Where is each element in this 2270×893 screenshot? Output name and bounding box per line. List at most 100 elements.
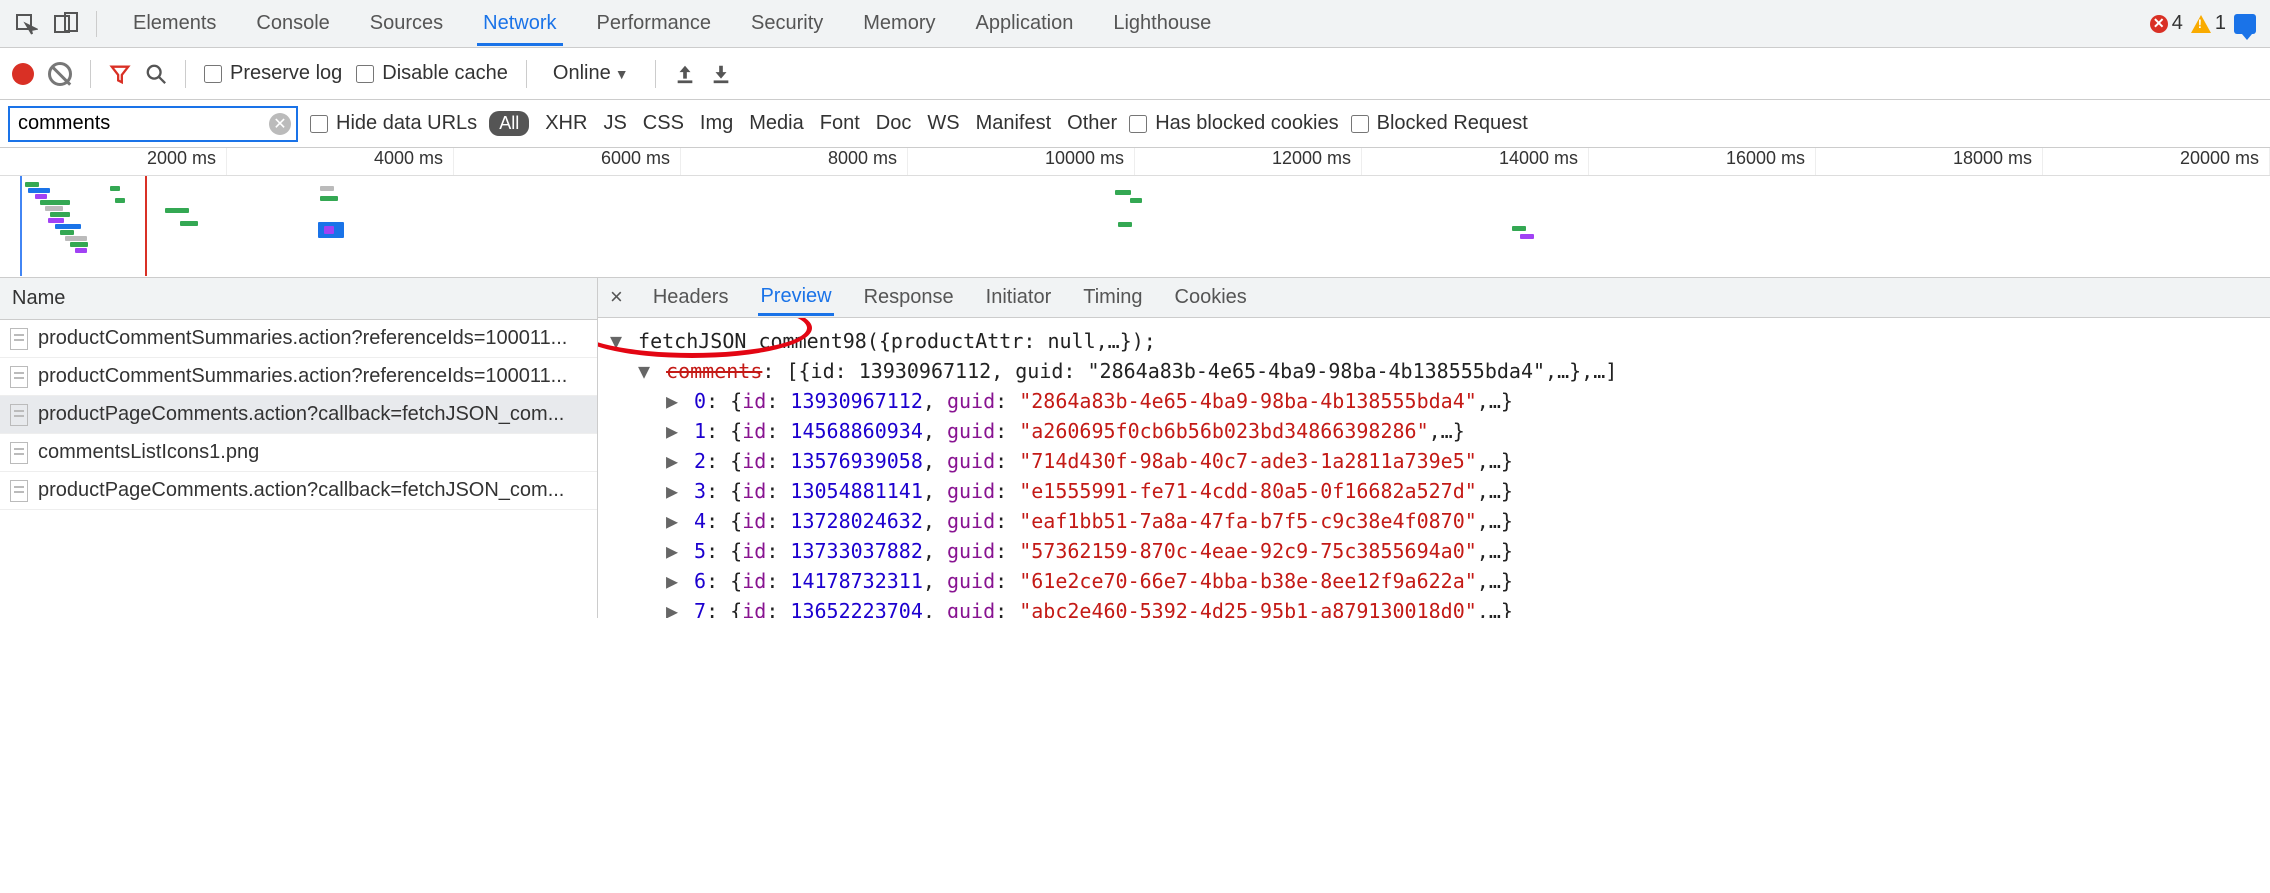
warning-count: 1 (2215, 12, 2226, 35)
type-filters: All XHR JS CSS Img Media Font Doc WS Man… (489, 111, 1117, 136)
disclosure-icon[interactable]: ▼ (610, 326, 626, 356)
filter-toggle-icon[interactable] (109, 63, 131, 85)
export-har-icon[interactable] (710, 63, 732, 85)
tab-sources[interactable]: Sources (364, 2, 449, 46)
disclosure-icon[interactable]: ▶ (666, 476, 682, 506)
preview-root-line[interactable]: ▼ fetchJSON_comment98({productAttr: null… (610, 326, 2258, 356)
type-filter-other[interactable]: Other (1067, 112, 1117, 135)
type-filter-doc[interactable]: Doc (876, 112, 912, 135)
disclosure-icon[interactable]: ▶ (666, 416, 682, 446)
request-row[interactable]: commentsListIcons1.png (0, 434, 597, 472)
detail-tab-response[interactable]: Response (862, 280, 956, 314)
type-filter-all[interactable]: All (489, 111, 529, 136)
detail-tab-cookies[interactable]: Cookies (1173, 280, 1249, 314)
type-filter-css[interactable]: CSS (643, 112, 684, 135)
doc-icon (10, 442, 28, 464)
timeline-waterfall[interactable] (0, 176, 2270, 276)
error-badge[interactable]: ✕ 4 (2150, 12, 2183, 35)
disable-cache-checkbox[interactable]: Disable cache (356, 62, 508, 85)
throttling-select[interactable]: Online ▼ (545, 62, 637, 85)
preview-item-line[interactable]: ▶ 7: {id: 13652223704, guid: "abc2e460-5… (610, 596, 2258, 618)
warning-icon (2191, 15, 2211, 33)
timeline-bar (1520, 234, 1534, 239)
disclosure-icon[interactable]: ▶ (666, 446, 682, 476)
tab-console[interactable]: Console (250, 2, 335, 46)
device-toggle-icon[interactable] (50, 8, 82, 40)
whats-new-icon[interactable] (2234, 14, 2256, 34)
hide-data-urls-checkbox[interactable]: Hide data URLs (310, 112, 477, 135)
disclosure-icon[interactable]: ▶ (666, 596, 682, 618)
preview-item-line[interactable]: ▶ 6: {id: 14178732311, guid: "61e2ce70-6… (610, 566, 2258, 596)
disclosure-icon[interactable]: ▼ (638, 356, 654, 386)
type-filter-media[interactable]: Media (749, 112, 803, 135)
preserve-log-input[interactable] (204, 65, 222, 83)
blocked-requests-checkbox[interactable]: Blocked Request (1351, 112, 1528, 135)
detail-tab-timing[interactable]: Timing (1081, 280, 1144, 314)
tab-security[interactable]: Security (745, 2, 829, 46)
request-row[interactable]: productPageComments.action?callback=fetc… (0, 396, 597, 434)
request-row[interactable]: productPageComments.action?callback=fetc… (0, 472, 597, 510)
tab-performance[interactable]: Performance (591, 2, 718, 46)
detail-tab-initiator[interactable]: Initiator (984, 280, 1054, 314)
disable-cache-input[interactable] (356, 65, 374, 83)
divider (96, 11, 97, 37)
import-har-icon[interactable] (674, 63, 696, 85)
inspect-icon[interactable] (10, 8, 42, 40)
tab-memory[interactable]: Memory (857, 2, 941, 46)
type-filter-font[interactable]: Font (820, 112, 860, 135)
detail-tab-headers[interactable]: Headers (651, 280, 731, 314)
tab-lighthouse[interactable]: Lighthouse (1107, 2, 1217, 46)
divider (185, 60, 186, 88)
preview-item-line[interactable]: ▶ 3: {id: 13054881141, guid: "e1555991-f… (610, 476, 2258, 506)
detail-tab-preview[interactable]: Preview (758, 279, 833, 316)
preview-comments-line[interactable]: ▼ comments: [{id: 13930967112, guid: "28… (610, 356, 2258, 386)
request-list: productCommentSummaries.action?reference… (0, 320, 597, 510)
type-filter-xhr[interactable]: XHR (545, 112, 587, 135)
timeline-bar (75, 248, 87, 253)
blocked-cookies-checkbox[interactable]: Has blocked cookies (1129, 112, 1338, 135)
timeline-bar (48, 218, 64, 223)
type-filter-img[interactable]: Img (700, 112, 733, 135)
preview-item-line[interactable]: ▶ 0: {id: 13930967112, guid: "2864a83b-4… (610, 386, 2258, 416)
hide-data-urls-input[interactable] (310, 115, 328, 133)
search-icon[interactable] (145, 63, 167, 85)
timeline-bar (1118, 222, 1132, 227)
type-filter-ws[interactable]: WS (927, 112, 959, 135)
type-filter-manifest[interactable]: Manifest (976, 112, 1052, 135)
disclosure-icon[interactable]: ▶ (666, 566, 682, 596)
preview-item-line[interactable]: ▶ 5: {id: 13733037882, guid: "57362159-8… (610, 536, 2258, 566)
request-row[interactable]: productCommentSummaries.action?reference… (0, 320, 597, 358)
timeline-overview[interactable]: 2000 ms 4000 ms 6000 ms 8000 ms 10000 ms… (0, 148, 2270, 278)
preview-root-args: ({productAttr: null,…}); (867, 329, 1156, 353)
clear-button[interactable] (48, 62, 72, 86)
preserve-log-checkbox[interactable]: Preserve log (204, 62, 342, 85)
warning-badge[interactable]: 1 (2191, 12, 2226, 35)
timeline-labels: 2000 ms 4000 ms 6000 ms 8000 ms 10000 ms… (0, 148, 2270, 176)
time-label: 12000 ms (1135, 148, 1362, 175)
column-header-name[interactable]: Name (0, 278, 597, 320)
close-detail-icon[interactable]: × (610, 284, 623, 310)
timeline-bar (28, 188, 50, 193)
tab-application[interactable]: Application (969, 2, 1079, 46)
clear-filter-icon[interactable]: ✕ (269, 113, 291, 135)
request-name: productCommentSummaries.action?reference… (38, 365, 567, 388)
timeline-bar (110, 186, 120, 191)
blocked-requests-label: Blocked Request (1377, 112, 1528, 135)
tab-elements[interactable]: Elements (127, 2, 222, 46)
tab-network[interactable]: Network (477, 2, 562, 46)
preview-item-line[interactable]: ▶ 4: {id: 13728024632, guid: "eaf1bb51-7… (610, 506, 2258, 536)
preview-item-line[interactable]: ▶ 2: {id: 13576939058, guid: "714d430f-9… (610, 446, 2258, 476)
record-button[interactable] (12, 63, 34, 85)
disclosure-icon[interactable]: ▶ (666, 536, 682, 566)
error-icon: ✕ (2150, 15, 2168, 33)
request-row[interactable]: productCommentSummaries.action?reference… (0, 358, 597, 396)
filter-input[interactable] (18, 112, 266, 135)
disclosure-icon[interactable]: ▶ (666, 506, 682, 536)
blocked-cookies-input[interactable] (1129, 115, 1147, 133)
blocked-requests-input[interactable] (1351, 115, 1369, 133)
timeline-bar (115, 198, 125, 203)
type-filter-js[interactable]: JS (603, 112, 626, 135)
disclosure-icon[interactable]: ▶ (666, 386, 682, 416)
preview-body[interactable]: ▼ fetchJSON_comment98({productAttr: null… (598, 318, 2270, 618)
preview-item-line[interactable]: ▶ 1: {id: 14568860934, guid: "a260695f0c… (610, 416, 2258, 446)
